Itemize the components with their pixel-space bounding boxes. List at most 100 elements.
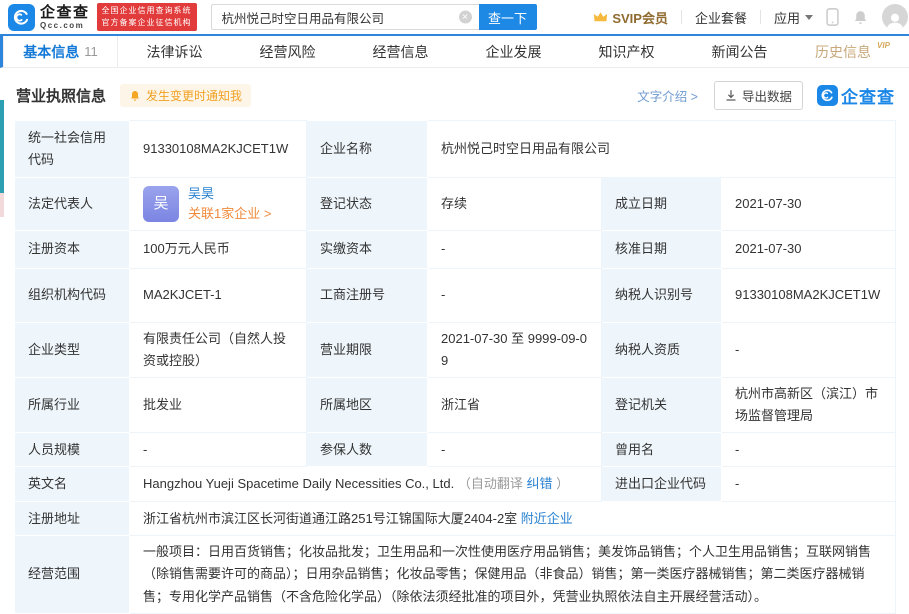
tab-history-info[interactable]: 历史信息 VIP	[796, 36, 909, 67]
left-edge-stripe-secondary	[0, 193, 4, 217]
nav-tab-bar: 基本信息 11 法律诉讼 经营风险 经营信息 企业发展 知识产权 新闻公告 历史…	[0, 34, 909, 68]
brand-domain: Qcc.com	[40, 20, 85, 30]
official-badge: 全国企业信用查询系统 官方备案企业征信机构	[96, 2, 197, 32]
mobile-app-icon[interactable]	[826, 8, 839, 26]
clear-search-icon[interactable]: ✕	[458, 10, 472, 24]
tab-operation-risk[interactable]: 经营风险	[231, 36, 344, 67]
svip-label: SVIP会员	[612, 10, 668, 26]
tab-label: 经营信息	[372, 43, 429, 60]
english-name-cell: Hangzhou Yueji Spacetime Daily Necessiti…	[129, 466, 602, 503]
user-avatar[interactable]	[882, 4, 908, 30]
table-row: 经营范围 一般项目：日用百货销售；化妆品批发；卫生用品和一次性使用医疗用品销售；…	[14, 535, 897, 614]
search-input[interactable]	[210, 4, 479, 30]
svip-member-link[interactable]: SVIP会员	[593, 8, 668, 27]
top-right-menu: SVIP会员 企业套餐 应用	[593, 4, 908, 30]
reg-address-value: 浙江省杭州市滨江区长河街道通江路251号江锦国际大厦2404-2室	[143, 510, 518, 526]
notify-on-change-button[interactable]: 发生变更时通知我	[120, 84, 252, 107]
biz-term-value: 2021-07-30 至 9999-09-09	[427, 321, 602, 379]
tab-label: 知识产权	[598, 43, 655, 60]
business-license-table: 统一社会信用代码 91330108MA2KJCET1W 企业名称 杭州悦己时空日…	[14, 120, 897, 614]
tab-label: 历史信息	[815, 43, 872, 60]
table-row: 注册地址 浙江省杭州市滨江区长河街道通江路251号江锦国际大厦2404-2室 附…	[14, 501, 897, 537]
taxpayer-id-value: 91330108MA2KJCET1W	[720, 268, 897, 323]
english-name-label: 英文名	[14, 466, 130, 503]
search-button[interactable]: 查一下	[478, 4, 537, 30]
reg-address-cell: 浙江省杭州市滨江区长河街道通江路251号江锦国际大厦2404-2室 附近企业	[128, 501, 897, 537]
biz-term-label: 营业期限	[306, 321, 428, 379]
table-row: 注册资本 100万元人民币 实缴资本 - 核准日期 2021-07-30	[14, 230, 897, 269]
crown-icon	[594, 12, 608, 22]
former-name-value: -	[720, 432, 897, 468]
taxpayer-qualification-value: -	[720, 321, 897, 379]
table-row: 法定代表人 吴 吴昊 关联1家企业 > 登记状态 存续 成立日期 2021-07…	[14, 177, 897, 231]
qcc-watermark-icon	[817, 85, 838, 106]
region-value: 浙江省	[427, 377, 602, 434]
download-icon	[726, 90, 736, 101]
reg-address-label: 注册地址	[14, 501, 130, 537]
insured-count-value: -	[427, 432, 602, 468]
reg-capital-value: 100万元人民币	[129, 230, 307, 269]
tab-company-development[interactable]: 企业发展	[457, 36, 570, 67]
official-badge-line1: 全国企业信用查询系统	[101, 5, 192, 15]
correct-error-link[interactable]: 纠错	[526, 476, 552, 491]
legal-rep-name-link[interactable]: 吴昊	[188, 186, 214, 201]
reg-status-value: 存续	[427, 177, 602, 231]
auto-translate-note: （自动翻译	[457, 476, 523, 492]
region-label: 所属地区	[306, 377, 428, 434]
table-row: 统一社会信用代码 91330108MA2KJCET1W 企业名称 杭州悦己时空日…	[14, 120, 897, 178]
brand-text: 企查查 Qcc.com	[40, 5, 90, 30]
table-row: 组织机构代码 MA2KJCET-1 工商注册号 - 纳税人识别号 9133010…	[14, 268, 897, 323]
taxpayer-id-label: 纳税人识别号	[601, 268, 722, 323]
export-label: 导出数据	[741, 90, 792, 104]
left-edge-stripe	[0, 100, 4, 193]
industry-value: 批发业	[129, 377, 307, 434]
tab-intellectual-property[interactable]: 知识产权	[570, 36, 683, 67]
related-companies-link[interactable]: 关联1家企业 >	[188, 206, 271, 221]
reg-status-label: 登记状态	[306, 177, 428, 231]
table-row: 人员规模 - 参保人数 - 曾用名 -	[14, 432, 897, 468]
chevron-down-icon	[805, 14, 813, 20]
tab-basic-info[interactable]: 基本信息 11	[3, 36, 118, 67]
reg-authority-label: 登记机关	[601, 377, 722, 434]
text-intro-link[interactable]: 文字介绍 >	[637, 86, 698, 105]
tab-label: 经营风险	[259, 43, 316, 60]
establish-date-label: 成立日期	[601, 177, 722, 231]
credit-code-label: 统一社会信用代码	[14, 120, 130, 178]
tab-operation-info[interactable]: 经营信息	[344, 36, 457, 67]
org-code-label: 组织机构代码	[14, 268, 130, 323]
english-name-value: Hangzhou Yueji Spacetime Daily Necessiti…	[143, 476, 455, 492]
export-data-button[interactable]: 导出数据	[713, 81, 803, 110]
nearby-companies-link[interactable]: 附近企业	[521, 511, 573, 526]
notification-bell-icon[interactable]	[852, 9, 869, 26]
company-type-label: 企业类型	[14, 321, 130, 379]
table-row: 企业类型 有限责任公司（自然人投资或控股） 营业期限 2021-07-30 至 …	[14, 321, 897, 379]
import-export-code-label: 进出口企业代码	[601, 466, 722, 503]
legal-rep-avatar[interactable]: 吴	[143, 186, 179, 222]
apps-label: 应用	[773, 10, 800, 26]
import-export-code-value: -	[720, 466, 897, 503]
approval-date-label: 核准日期	[601, 230, 722, 269]
brand-name: 企查查	[40, 3, 90, 21]
vip-tag: VIP	[877, 41, 890, 50]
establish-date-value: 2021-07-30	[720, 177, 897, 231]
company-type-value: 有限责任公司（自然人投资或控股）	[129, 321, 307, 379]
enterprise-package-link[interactable]: 企业套餐	[695, 8, 747, 27]
biz-scope-label: 经营范围	[14, 535, 130, 614]
company-name-label: 企业名称	[306, 120, 428, 178]
divider	[680, 10, 682, 24]
section-title: 营业执照信息	[16, 88, 107, 105]
apps-dropdown[interactable]: 应用	[774, 8, 813, 27]
tab-legal-proceedings[interactable]: 法律诉讼	[118, 36, 231, 67]
auto-translate-note-close: ）	[556, 476, 570, 492]
former-name-label: 曾用名	[601, 432, 722, 468]
tab-label: 新闻公告	[711, 43, 768, 60]
tab-news-announcements[interactable]: 新闻公告	[683, 36, 796, 67]
org-code-value: MA2KJCET-1	[129, 268, 307, 323]
biz-scope-value: 一般项目：日用百货销售；化妆品批发；卫生用品和一次性使用医疗用品销售；美发饰品销…	[128, 535, 897, 614]
section-header: 营业执照信息 发生变更时通知我 文字介绍 > 导出数据 企查查	[0, 68, 909, 120]
staff-size-value: -	[129, 432, 307, 468]
tab-basic-info-label: 基本信息	[23, 43, 80, 60]
official-badge-line2: 官方备案企业征信机构	[101, 18, 192, 27]
paid-capital-value: -	[427, 230, 602, 269]
company-name-value: 杭州悦己时空日用品有限公司	[426, 120, 897, 178]
